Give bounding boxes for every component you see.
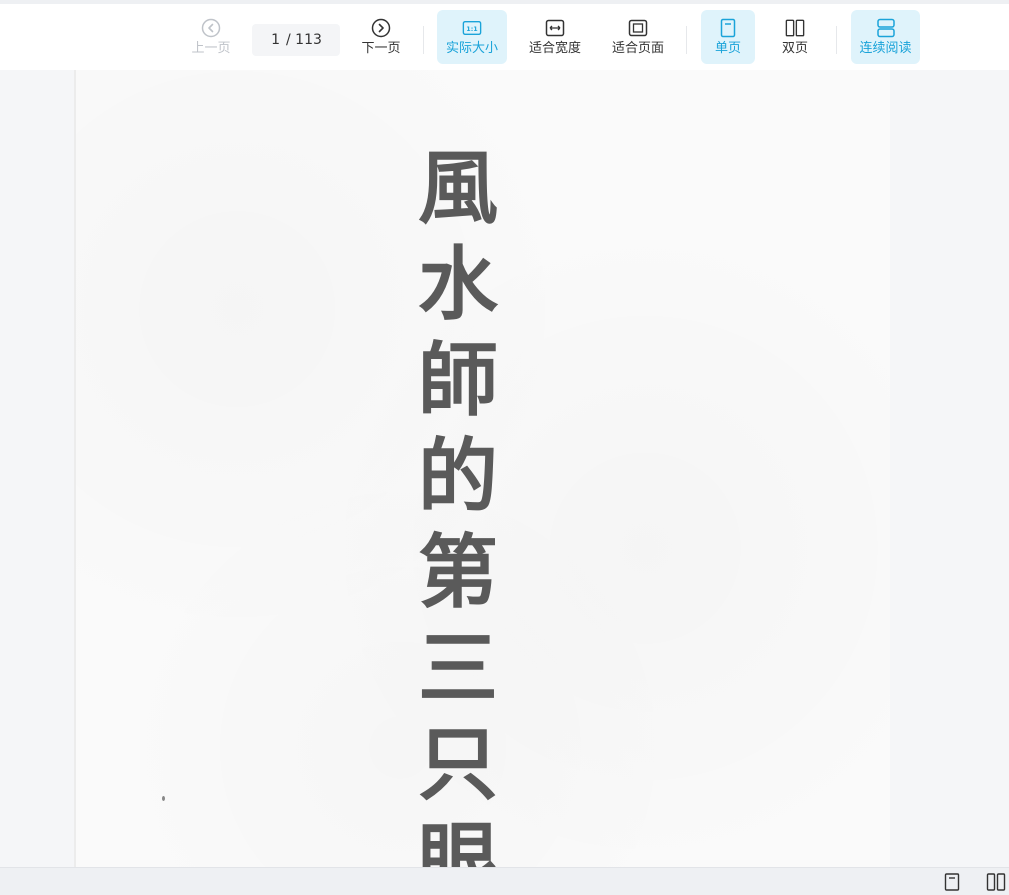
svg-text:1:1: 1:1 — [466, 26, 477, 33]
single-page-view-icon[interactable] — [942, 872, 962, 892]
page-number-input[interactable] — [252, 28, 286, 52]
continuous-read-button[interactable]: 连续阅读 — [851, 10, 920, 64]
fit-width-icon — [545, 18, 565, 38]
toolbar-divider — [423, 26, 424, 54]
title-char: 風 — [418, 141, 498, 235]
double-page-label: 双页 — [781, 40, 808, 56]
toolbar: 上一页 / 113 下一页 1:1 实际大小 适合宽度 适合页面 单页 — [0, 0, 1009, 70]
actual-size-icon: 1:1 — [462, 18, 482, 38]
title-char: 師 — [418, 333, 498, 427]
double-page-button[interactable]: 双页 — [768, 10, 822, 64]
title-char: 眼 — [418, 813, 498, 867]
double-page-view-icon[interactable] — [986, 872, 1006, 892]
scan-speck — [162, 796, 165, 801]
single-page-label: 单页 — [714, 40, 741, 56]
title-char: 三 — [418, 621, 498, 715]
actual-size-button[interactable]: 1:1 实际大小 — [437, 10, 507, 64]
title-char: 的 — [418, 429, 498, 523]
actual-size-label: 实际大小 — [445, 40, 498, 56]
continuous-read-label: 连续阅读 — [859, 40, 912, 56]
title-char: 只 — [418, 717, 498, 811]
single-page-icon — [718, 18, 738, 38]
page-edge — [74, 70, 76, 867]
title-char: 第 — [418, 525, 498, 619]
chevron-right-circle-icon — [371, 18, 391, 38]
prev-page-button[interactable]: 上一页 — [183, 10, 239, 64]
next-page-button[interactable]: 下一页 — [353, 10, 409, 64]
fit-page-button[interactable]: 适合页面 — [604, 10, 672, 64]
page-indicator: / 113 — [252, 24, 340, 56]
document-page: 風 水 師 的 第 三 只 眼 — [74, 70, 890, 867]
toolbar-divider — [686, 26, 687, 54]
fit-page-icon — [628, 18, 648, 38]
chevron-left-circle-icon — [201, 18, 221, 38]
double-page-icon — [785, 18, 805, 38]
title-char: 水 — [418, 237, 498, 331]
status-bar — [0, 867, 1009, 895]
fit-width-button[interactable]: 适合宽度 — [521, 10, 589, 64]
toolbar-divider — [836, 26, 837, 54]
total-pages: / 113 — [286, 32, 322, 48]
document-viewer[interactable]: 風 水 師 的 第 三 只 眼 — [0, 70, 1009, 867]
single-page-button[interactable]: 单页 — [701, 10, 755, 64]
continuous-read-icon — [876, 18, 896, 38]
vertical-title: 風 水 師 的 第 三 只 眼 — [398, 140, 518, 867]
fit-width-label: 适合宽度 — [528, 40, 581, 56]
fit-page-label: 适合页面 — [611, 40, 664, 56]
next-page-label: 下一页 — [361, 40, 401, 56]
prev-page-label: 上一页 — [191, 40, 231, 56]
